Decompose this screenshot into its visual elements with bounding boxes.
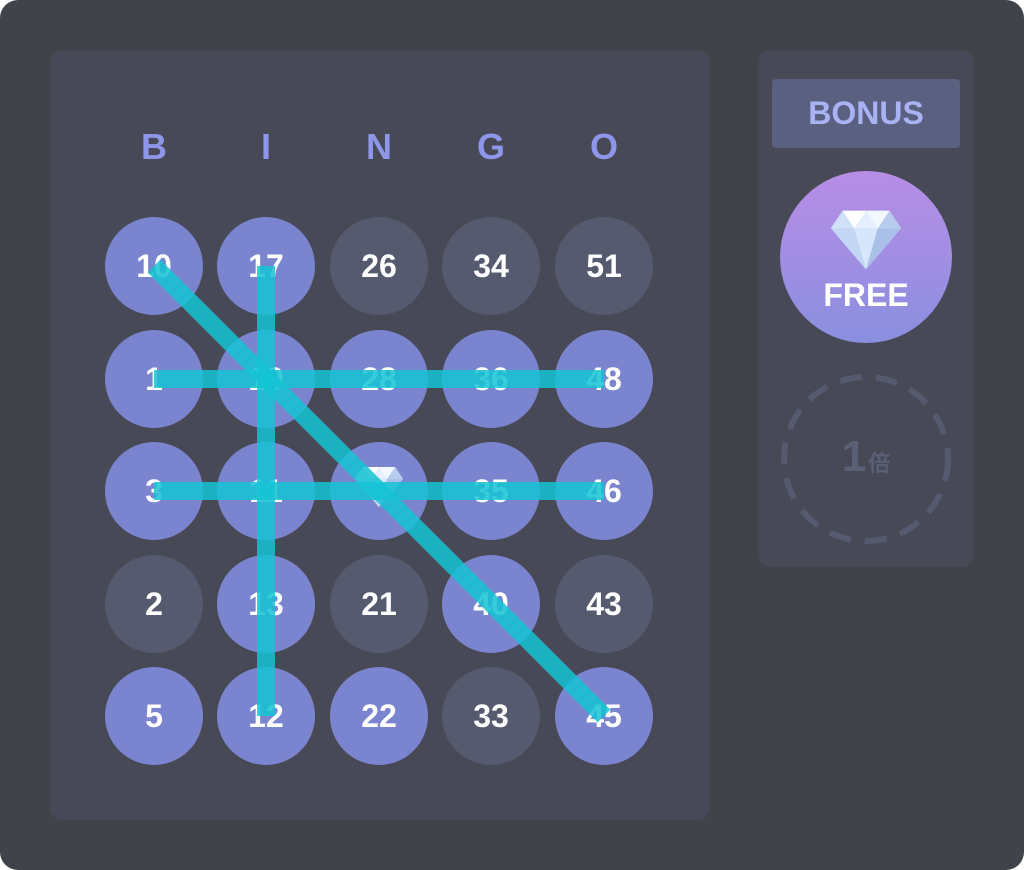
bingo-cell[interactable]: 2 — [105, 555, 203, 653]
bingo-cell[interactable]: 12 — [217, 667, 315, 765]
bingo-cell[interactable]: 22 — [330, 667, 428, 765]
diamond-icon — [830, 210, 902, 270]
column-header-g: G — [476, 126, 505, 167]
bonus-button[interactable]: BONUS — [772, 79, 960, 148]
column-header-i: I — [260, 126, 271, 167]
bingo-cell[interactable]: 28 — [330, 330, 428, 428]
bingo-cell[interactable]: 35 — [442, 442, 540, 540]
bingo-cell[interactable]: 11 — [217, 442, 315, 540]
bingo-game: B I N G O 10 17 26 34 51 1 19 28 36 48 3 11 35 46 2 13 21 40 43… — [0, 0, 1024, 870]
column-header-n: N — [366, 126, 392, 167]
bingo-cell[interactable]: 26 — [330, 217, 428, 315]
bingo-cell[interactable]: 40 — [442, 555, 540, 653]
bingo-cell[interactable]: 3 — [105, 442, 203, 540]
bingo-cell[interactable]: 33 — [442, 667, 540, 765]
free-label: FREE — [823, 277, 909, 313]
bingo-cell[interactable]: 1 — [105, 330, 203, 428]
column-header-b: B — [141, 126, 167, 167]
multiplier-value: 1 — [841, 432, 867, 481]
bingo-cell[interactable]: 46 — [555, 442, 653, 540]
bingo-cell[interactable]: 51 — [555, 217, 653, 315]
bingo-cell[interactable]: 13 — [217, 555, 315, 653]
multiplier-text: 1倍 — [780, 435, 952, 479]
multiplier-unit: 倍 — [868, 451, 891, 476]
bingo-cell[interactable]: 10 — [105, 217, 203, 315]
free-badge[interactable]: FREE — [780, 171, 952, 343]
bingo-cell[interactable]: 45 — [555, 667, 653, 765]
column-header-o: O — [589, 126, 618, 167]
bingo-cell[interactable]: 36 — [442, 330, 540, 428]
bingo-cell[interactable]: 34 — [442, 217, 540, 315]
bingo-cell[interactable]: 19 — [217, 330, 315, 428]
multiplier-indicator: 1倍 — [780, 373, 952, 545]
diamond-icon — [353, 465, 405, 517]
bingo-cell[interactable]: 5 — [105, 667, 203, 765]
bingo-cell[interactable]: 48 — [555, 330, 653, 428]
bingo-cell[interactable]: 43 — [555, 555, 653, 653]
bingo-cell[interactable]: 17 — [217, 217, 315, 315]
free-space-cell[interactable] — [330, 442, 428, 540]
bingo-cell[interactable]: 21 — [330, 555, 428, 653]
